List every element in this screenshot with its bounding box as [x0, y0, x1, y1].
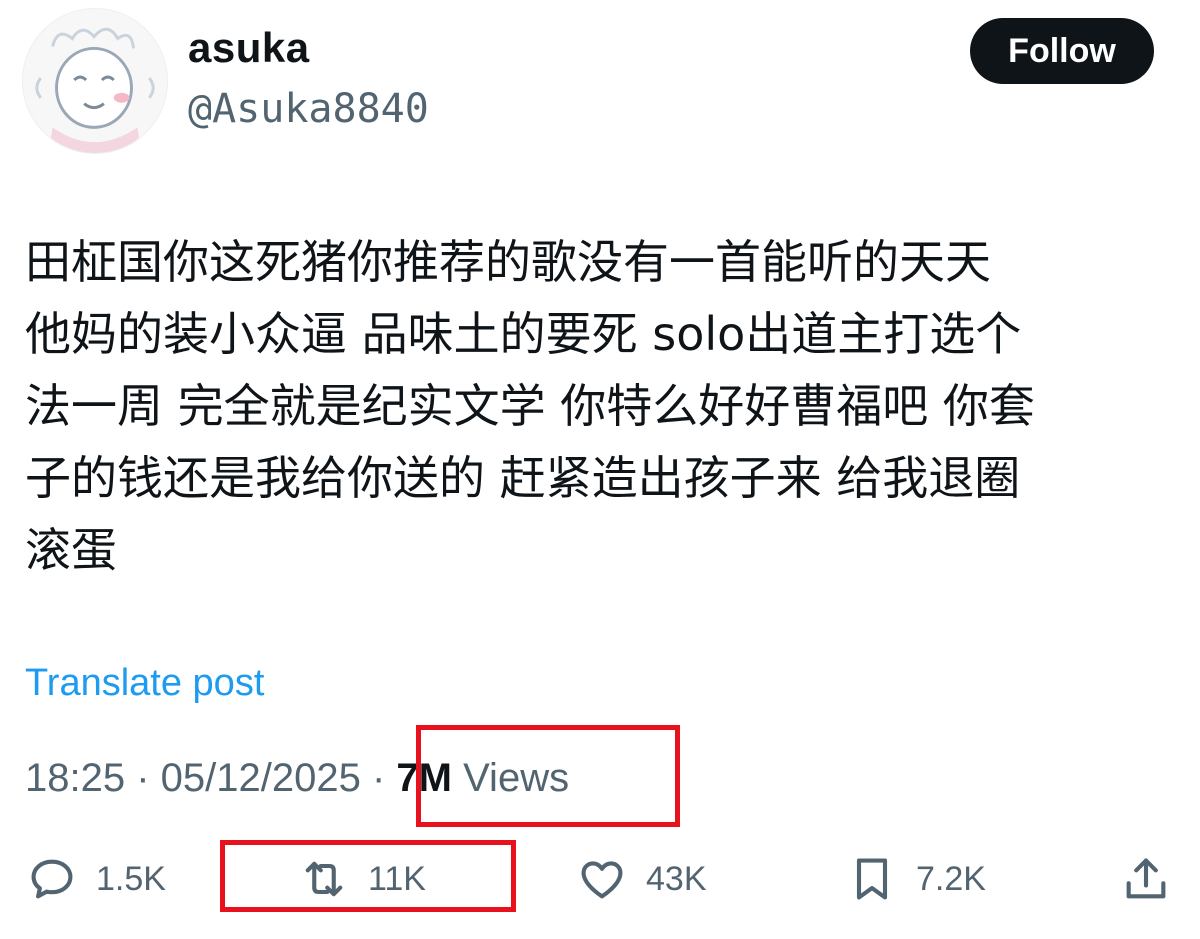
tweet-text: 田柾国你这死猪你推荐的歌没有一首能听的天天 他妈的装小众逼 品味土的要死 sol…	[25, 235, 1035, 577]
like-button[interactable]: 43K	[576, 853, 707, 905]
heart-icon	[581, 861, 623, 899]
meta-separator: ·	[125, 756, 161, 800]
bookmark-button[interactable]: 7.2K	[846, 853, 986, 905]
avatar[interactable]	[22, 8, 168, 154]
avatar-image	[23, 9, 167, 153]
tweet-time[interactable]: 18:25	[25, 756, 125, 800]
follow-button[interactable]: Follow	[970, 18, 1154, 84]
meta-separator: ·	[360, 756, 397, 800]
bookmark-icon	[856, 858, 888, 900]
share-button[interactable]	[1120, 853, 1172, 905]
user-handle[interactable]: @Asuka8840	[188, 84, 429, 134]
reply-icon	[31, 859, 73, 899]
reply-count: 1.5K	[96, 859, 166, 898]
like-count: 43K	[646, 859, 707, 898]
translate-post-link[interactable]: Translate post	[25, 658, 264, 708]
tweet-date[interactable]: 05/12/2025	[161, 756, 361, 800]
reply-button[interactable]: 1.5K	[26, 853, 166, 905]
retweet-icon	[305, 861, 343, 897]
bookmark-count: 7.2K	[916, 859, 986, 898]
retweet-count: 11K	[368, 859, 426, 898]
display-name[interactable]: asuka	[188, 22, 310, 74]
share-icon	[1126, 858, 1166, 899]
views-highlight-box	[416, 725, 680, 827]
retweet-button[interactable]: 11K	[298, 853, 426, 905]
